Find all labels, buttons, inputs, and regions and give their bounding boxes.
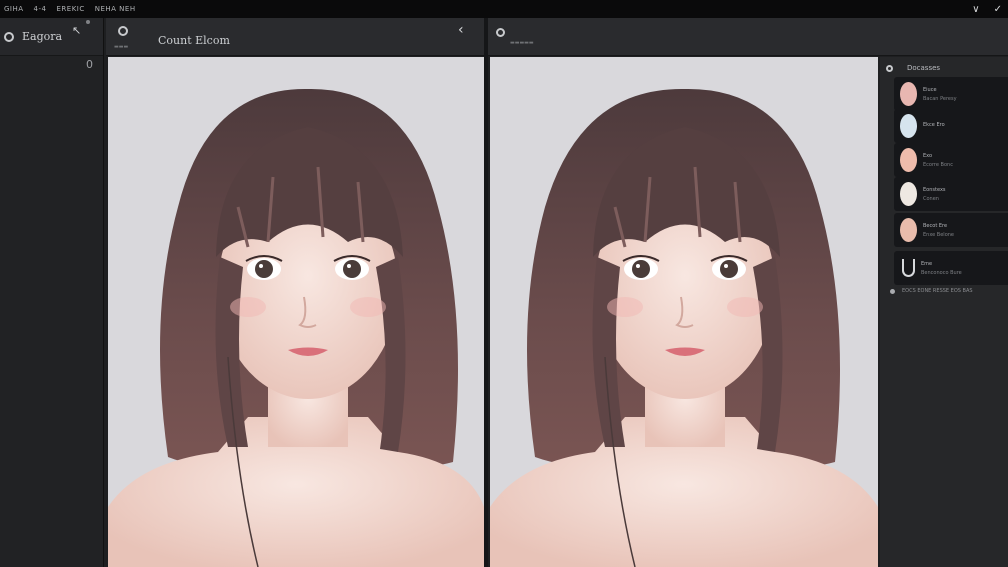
chevron-down-icon[interactable]: ∨ (972, 4, 979, 15)
sidebar-count: 0 (86, 58, 93, 71)
add-layer-icon[interactable] (890, 289, 895, 294)
menu-item-3[interactable]: EREKIC (56, 5, 84, 13)
menu-item-4[interactable]: NEHA NEH (95, 5, 136, 13)
layer-item[interactable]: Ekce Ero (894, 109, 1008, 143)
layer-thumbnail (900, 148, 917, 172)
layer-item[interactable]: Exo Ecorre Bonc (894, 143, 1008, 177)
menubar: GIHA 4-4 EREKIC NEHA NEH ∨ ✓ (0, 0, 1008, 18)
layer-item[interactable]: Eiuce Bacan Peresy (894, 77, 1008, 111)
window-controls: ∨ ✓ (972, 0, 1008, 18)
layer-meta: Ecorre Bonc (923, 161, 953, 168)
layer-item[interactable]: Becot Ere Enxe Belone (894, 213, 1008, 247)
right-panel-sub-icon: ▬▬▬▬▬ (510, 40, 534, 46)
portrait-image (490, 88, 878, 567)
layer-name: Exo (923, 152, 933, 159)
layer-meta: Enxe Belone (923, 231, 954, 238)
ring-icon[interactable] (496, 28, 505, 37)
layer-name: Eonstexs (923, 186, 946, 193)
left-panel-sub-icon: ▬▬▬ (114, 44, 129, 50)
status-dot-icon (86, 20, 90, 24)
layer-thumbnail (900, 82, 917, 106)
layer-thumbnail (900, 114, 917, 138)
ring-icon[interactable] (4, 31, 14, 42)
layer-meta: Bacan Peresy (923, 95, 957, 102)
layer-item[interactable]: Eonstexs Conen (894, 177, 1008, 211)
layers-footer: EOCS EONE RESSE EOS BAS (902, 288, 973, 294)
menu-item-1[interactable]: GIHA (4, 5, 24, 13)
layer-name: Eme (921, 260, 933, 267)
left-canvas[interactable] (108, 57, 484, 567)
layer-name: Becot Ere (923, 222, 948, 229)
menu-item-2[interactable]: 4-4 (34, 5, 47, 13)
magnet-icon (902, 259, 915, 277)
chevron-left-icon[interactable]: ‹ (458, 22, 464, 38)
portrait-image (108, 88, 484, 567)
right-panel-header: ▬▬▬▬▬ (488, 18, 1008, 56)
layer-meta: Benconoco Bure (921, 269, 962, 276)
ring-icon[interactable] (886, 64, 893, 72)
layer-item[interactable]: Eme Benconoco Bure (894, 251, 1008, 285)
layer-thumbnail (900, 182, 917, 206)
left-panel-title: Count Elcom (158, 34, 230, 47)
sidebar: Eagora ↖ 0 (0, 18, 104, 567)
layer-meta: Conen (923, 195, 939, 202)
sidebar-title: Eagora (22, 30, 63, 43)
panel-divider[interactable] (484, 18, 488, 567)
right-canvas[interactable] (490, 57, 878, 567)
check-icon[interactable]: ✓ (994, 4, 1002, 15)
layer-name: Eiuce (923, 86, 937, 93)
ring-icon[interactable] (118, 26, 128, 36)
pin-icon[interactable]: ↖ (72, 24, 81, 37)
left-panel-header: ▬▬▬ Count Elcom ‹ (106, 18, 484, 56)
layers-panel: Docasses Eiuce Bacan Peresy Ekce Ero Exo… (880, 57, 1008, 567)
layer-thumbnail (900, 218, 917, 242)
layer-name: Ekce Ero (923, 121, 945, 128)
layers-header: Docasses (880, 57, 1008, 79)
layers-title: Docasses (907, 64, 941, 72)
